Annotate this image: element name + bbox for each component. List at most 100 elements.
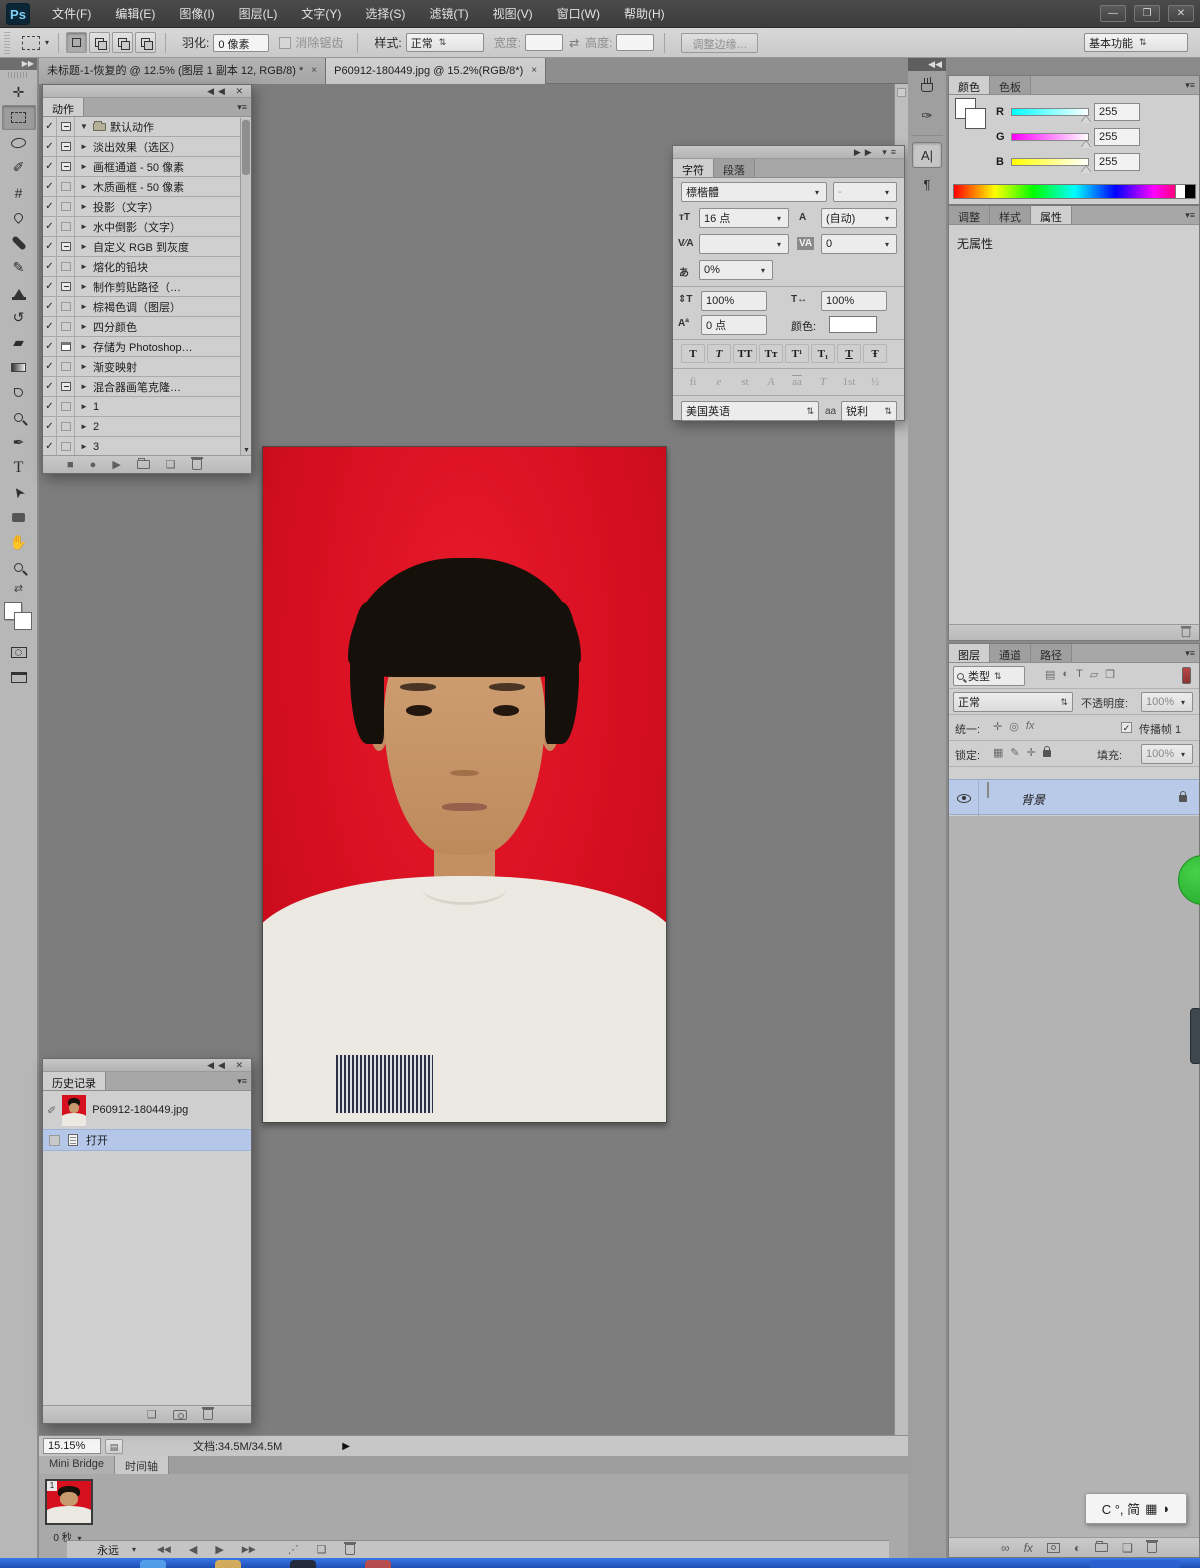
ot-alternates-button[interactable]: aa (785, 373, 809, 391)
add-mask-button[interactable] (1046, 1542, 1060, 1553)
blue-slider[interactable] (1011, 158, 1089, 166)
history-brush-tool[interactable]: ↺ (2, 305, 36, 330)
menu-filter[interactable]: 滤镜(T) (417, 0, 480, 28)
zoom-level-field[interactable]: 15.15% (43, 1438, 101, 1454)
style-select[interactable]: 正常 ⇅ (405, 33, 484, 52)
character-panel-icon[interactable]: A| (912, 142, 942, 168)
tween-button[interactable]: ⋰ (288, 1543, 299, 1556)
filter-image-icon[interactable]: ▤ (1045, 668, 1055, 681)
tab-timeline[interactable]: 时间轴 (115, 1456, 170, 1474)
rectangular-marquee-tool[interactable] (1, 105, 36, 130)
action-row[interactable]: ✓ ► 制作剪贴路径（… (43, 277, 240, 297)
close-panel-icon[interactable]: ✕ (235, 1060, 247, 1070)
ot-discretionary-button[interactable]: st (733, 373, 757, 391)
lock-position-icon[interactable]: ✛ (1027, 746, 1036, 759)
action-row[interactable]: ✓ ► 水中倒影（文字） (43, 217, 240, 237)
delete-state-button[interactable] (201, 1407, 214, 1420)
action-row[interactable]: ✓ ► 画框通道 - 50 像素 (43, 157, 240, 177)
layer-row-background[interactable]: 背景 (949, 779, 1199, 816)
new-layer-button[interactable]: ❏ (1122, 1541, 1133, 1555)
minimize-button[interactable]: — (1100, 5, 1126, 22)
pen-tool[interactable]: ✒ (2, 430, 36, 455)
text-color-swatch[interactable] (829, 316, 877, 333)
close-panel-icon[interactable]: ✕ (235, 86, 247, 96)
menu-file[interactable]: 文件(F) (40, 0, 103, 28)
unify-style-icon[interactable]: fx (1026, 720, 1035, 733)
menu-window[interactable]: 窗口(W) (545, 0, 612, 28)
filter-adjustment-icon[interactable]: ◐ (1062, 668, 1069, 681)
taskbar-icon[interactable] (140, 1560, 166, 1568)
panel-menu-icon[interactable]: ▾≡ (237, 102, 247, 113)
lock-all-icon[interactable] (1042, 746, 1051, 757)
photo-document[interactable] (262, 446, 667, 1123)
action-row[interactable]: ✓ ► 投影（文字） (43, 197, 240, 217)
menu-image[interactable]: 图像(I) (167, 0, 226, 28)
actions-scrollbar[interactable]: ▼ (240, 118, 251, 456)
action-row[interactable]: ✓ ► 熔化的铅块 (43, 257, 240, 277)
red-slider-thumb[interactable] (1081, 116, 1091, 123)
action-row[interactable]: ✓ ▼ 默认动作 (43, 117, 240, 137)
actions-panel-header[interactable]: ◀◀ ✕ (43, 85, 251, 98)
tab-actions[interactable]: 动作 (43, 98, 84, 116)
tab-close-icon[interactable]: × (311, 58, 317, 84)
filter-toggle[interactable] (1182, 667, 1191, 684)
ot-ligatures-button[interactable]: fi (681, 373, 705, 391)
lasso-tool[interactable] (2, 130, 36, 155)
previous-frame-button[interactable]: ◀ (189, 1543, 197, 1556)
menu-view[interactable]: 视图(V) (481, 0, 545, 28)
panel-menu-icon[interactable]: ▾≡ (1185, 80, 1195, 91)
refine-edge-button[interactable]: 调整边缘… (681, 32, 759, 53)
stop-button[interactable]: ■ (67, 459, 74, 471)
leading-select[interactable]: (自动) ▾ (821, 208, 897, 228)
unify-position-icon[interactable]: ✛ (993, 720, 1002, 733)
menu-edit[interactable]: 编辑(E) (103, 0, 167, 28)
marquee-tool-preset-icon[interactable] (22, 35, 40, 50)
layer-name[interactable]: 背景 (1021, 791, 1045, 808)
font-family-select[interactable]: 標楷體 ▾ (681, 182, 827, 202)
panel-menu-icon[interactable]: ▾≡ (1185, 648, 1195, 659)
ot-swash-button[interactable]: e (707, 373, 731, 391)
taskbar-icon[interactable] (215, 1560, 241, 1568)
white-swatch[interactable] (1175, 185, 1185, 198)
dodge-tool[interactable] (2, 405, 36, 430)
opacity-field[interactable]: 100% ▾ (1141, 692, 1193, 712)
action-row[interactable]: ✓ ► 四分颜色 (43, 317, 240, 337)
collapse-icon[interactable]: ▶▶ (854, 147, 876, 157)
tab-history[interactable]: 历史记录 (43, 1072, 106, 1090)
path-selection-tool[interactable]: ➤ (2, 480, 36, 505)
link-layers-button[interactable]: ∞ (1001, 1541, 1010, 1555)
menu-type[interactable]: 文字(Y) (289, 0, 353, 28)
brush-presets-panel-icon[interactable]: ✑ (912, 103, 942, 129)
swap-dimensions-icon[interactable]: ⇄ (569, 36, 579, 50)
shape-tool[interactable] (2, 505, 36, 530)
brush-tool[interactable]: ✎ (2, 255, 36, 280)
tab-styles[interactable]: 样式 (990, 206, 1031, 224)
quick-mask-button[interactable] (2, 640, 36, 665)
red-slider[interactable] (1011, 108, 1089, 116)
ot-fractions-button[interactable]: ½ (863, 373, 887, 391)
layer-filter-select[interactable]: 类型 ⇅ (953, 666, 1025, 686)
delete-action-button[interactable] (190, 457, 203, 470)
blue-value-field[interactable]: 255 (1094, 153, 1140, 171)
action-row[interactable]: ✓ ► 混合器画笔克隆… (43, 377, 240, 397)
lock-pixels-icon[interactable]: ✎ (1010, 746, 1019, 759)
status-menu-arrow-icon[interactable]: ▶ (342, 1441, 350, 1452)
action-row[interactable]: ✓ ► 1 (43, 397, 240, 417)
menu-layer[interactable]: 图层(L) (227, 0, 290, 28)
baseline-shift-field[interactable]: 0 点 (701, 315, 767, 335)
delete-properties-button[interactable] (1180, 626, 1192, 638)
paragraph-panel-icon[interactable]: ¶ (912, 171, 942, 197)
history-state-row[interactable]: 打开 (43, 1129, 251, 1151)
green-value-field[interactable]: 255 (1094, 128, 1140, 146)
action-row[interactable]: ✓ ► 棕褐色调（图层） (43, 297, 240, 317)
blur-tool[interactable] (2, 380, 36, 405)
blend-mode-select[interactable]: 正常 ⇅ (953, 692, 1073, 712)
zoom-tool[interactable] (2, 555, 36, 580)
action-row[interactable]: ✓ ► 3 (43, 437, 240, 457)
selection-intersect-button[interactable] (135, 32, 157, 53)
move-tool[interactable]: ✛ (2, 80, 36, 105)
eyedropper-tool[interactable] (2, 205, 36, 230)
width-input[interactable] (525, 34, 564, 51)
height-input[interactable] (616, 34, 655, 51)
expand-icon[interactable]: ▼ (75, 122, 93, 131)
